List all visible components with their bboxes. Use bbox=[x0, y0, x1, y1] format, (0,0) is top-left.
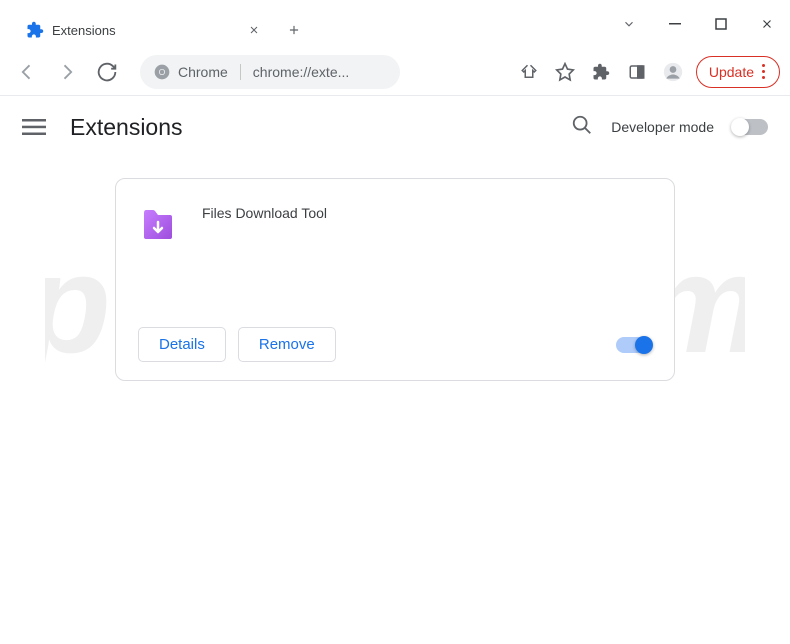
developer-mode-toggle[interactable] bbox=[732, 119, 768, 135]
remove-button[interactable]: Remove bbox=[238, 327, 336, 362]
hamburger-menu-icon[interactable] bbox=[22, 115, 46, 139]
window-controls bbox=[606, 0, 790, 48]
bookmark-star-icon[interactable] bbox=[548, 55, 582, 89]
search-icon[interactable] bbox=[571, 114, 593, 141]
tab-title: Extensions bbox=[52, 23, 238, 38]
chevron-down-icon[interactable] bbox=[606, 8, 652, 40]
omnibox-label: Chrome bbox=[178, 64, 228, 80]
new-tab-button[interactable] bbox=[280, 16, 308, 44]
address-bar[interactable]: Chrome chrome://exte... bbox=[140, 55, 400, 89]
extension-enable-toggle[interactable] bbox=[616, 337, 652, 353]
extension-toggle-wrap bbox=[616, 337, 652, 353]
share-icon[interactable] bbox=[512, 55, 546, 89]
toolbar-actions: Update bbox=[512, 55, 780, 89]
extension-name: Files Download Tool bbox=[202, 199, 327, 299]
browser-tab[interactable]: Extensions bbox=[14, 12, 274, 48]
extensions-page-header: Extensions Developer mode bbox=[0, 96, 790, 158]
chrome-logo-icon bbox=[154, 64, 170, 80]
update-label: Update bbox=[709, 64, 754, 80]
header-actions: Developer mode bbox=[571, 114, 768, 141]
extension-puzzle-icon bbox=[26, 21, 44, 39]
side-panel-icon[interactable] bbox=[620, 55, 654, 89]
extensions-puzzle-icon[interactable] bbox=[584, 55, 618, 89]
omnibox-url: chrome://exte... bbox=[253, 64, 349, 80]
update-button[interactable]: Update bbox=[696, 56, 780, 88]
profile-avatar-icon[interactable] bbox=[656, 55, 690, 89]
kebab-menu-icon bbox=[762, 64, 765, 79]
extensions-content: Files Download Tool Details Remove bbox=[0, 158, 790, 381]
minimize-button[interactable] bbox=[652, 8, 698, 40]
omnibox-divider bbox=[240, 64, 241, 80]
reload-button[interactable] bbox=[90, 55, 124, 89]
close-tab-icon[interactable] bbox=[246, 22, 262, 38]
close-window-button[interactable] bbox=[744, 8, 790, 40]
page-title: Extensions bbox=[70, 114, 183, 141]
details-button[interactable]: Details bbox=[138, 327, 226, 362]
window-titlebar: Extensions bbox=[0, 0, 790, 48]
developer-mode-label: Developer mode bbox=[611, 119, 714, 135]
extension-app-icon bbox=[138, 203, 178, 243]
tab-strip: Extensions bbox=[0, 0, 606, 48]
forward-button[interactable] bbox=[50, 55, 84, 89]
extension-card: Files Download Tool Details Remove bbox=[115, 178, 675, 381]
maximize-button[interactable] bbox=[698, 8, 744, 40]
card-actions: Details Remove bbox=[138, 327, 652, 362]
browser-toolbar: Chrome chrome://exte... Update bbox=[0, 48, 790, 96]
card-header: Files Download Tool bbox=[138, 199, 652, 299]
back-button[interactable] bbox=[10, 55, 44, 89]
